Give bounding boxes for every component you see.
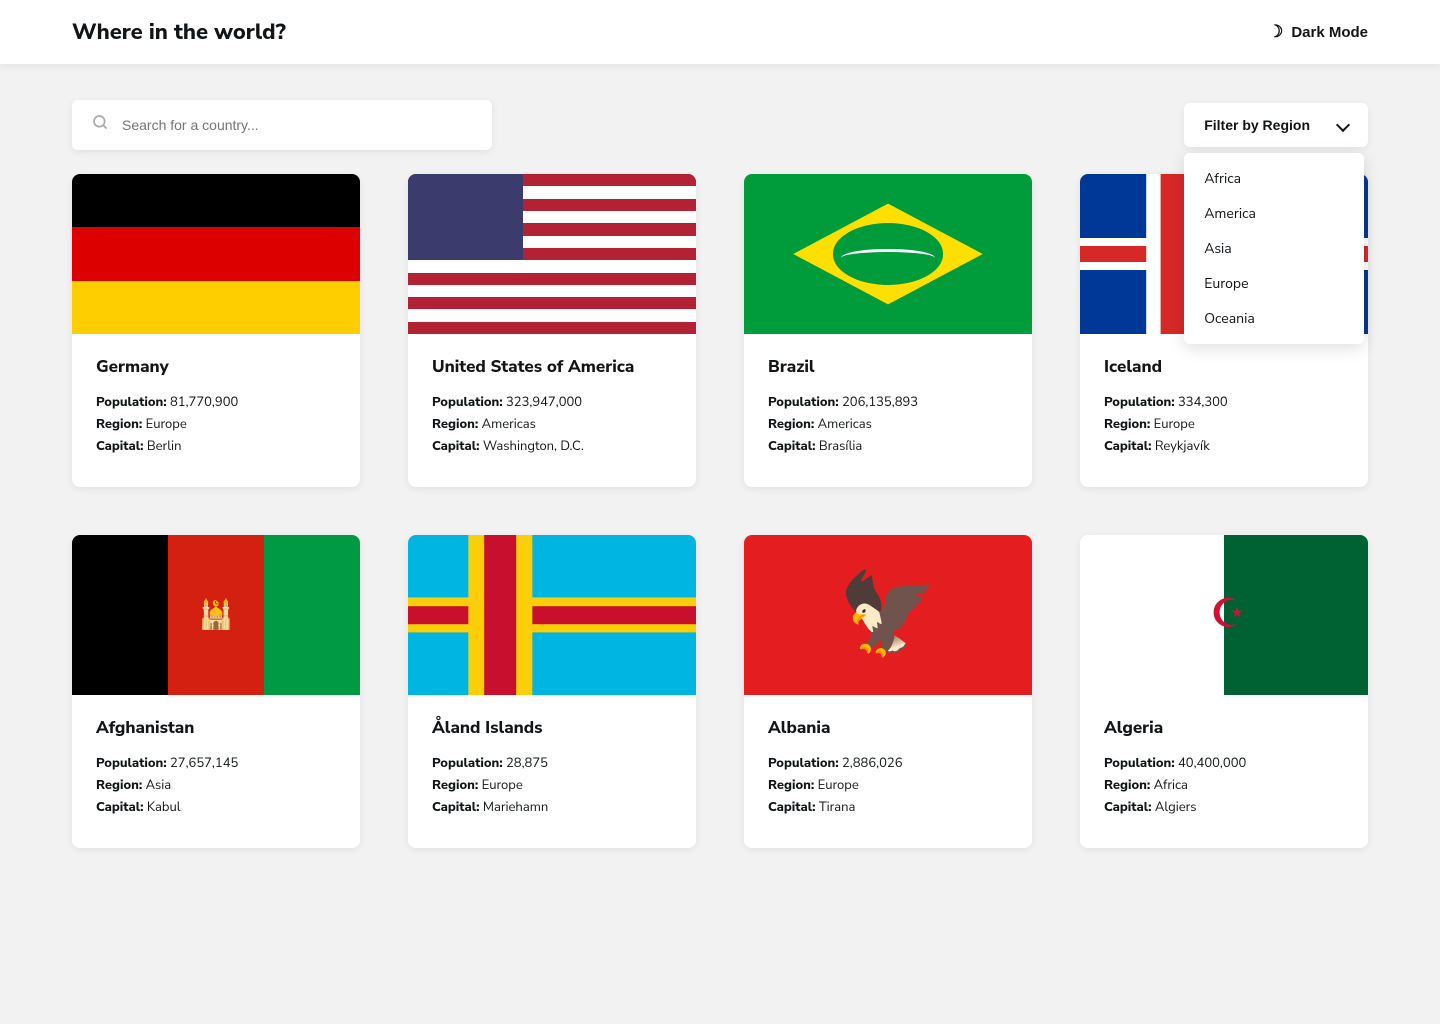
country-capital: Capital: Reykjavík bbox=[1104, 437, 1344, 455]
country-region: Region: Europe bbox=[96, 415, 336, 433]
country-region: Region: Asia bbox=[96, 776, 336, 794]
card-info: Iceland Population: 334,300 Region: Euro… bbox=[1080, 334, 1368, 487]
country-region: Region: Americas bbox=[768, 415, 1008, 433]
country-flag: ☪ bbox=[1080, 535, 1368, 695]
card-info: Germany Population: 81,770,900 Region: E… bbox=[72, 334, 360, 487]
card-info: Algeria Population: 40,400,000 Region: A… bbox=[1080, 695, 1368, 848]
country-name: United States of America bbox=[432, 356, 672, 379]
dropdown-item-africa[interactable]: Africa bbox=[1184, 161, 1364, 196]
country-population: Population: 334,300 bbox=[1104, 393, 1344, 411]
country-region: Region: Americas bbox=[432, 415, 672, 433]
country-population: Population: 40,400,000 bbox=[1104, 754, 1344, 772]
search-icon bbox=[92, 114, 108, 136]
region-dropdown: Africa America Asia Europe Oceania bbox=[1184, 153, 1364, 344]
country-capital: Capital: Washington, D.C. bbox=[432, 437, 672, 455]
filter-label: Filter by Region bbox=[1204, 117, 1310, 133]
country-population: Population: 323,947,000 bbox=[432, 393, 672, 411]
country-flag bbox=[408, 174, 696, 334]
country-population: Population: 27,657,145 bbox=[96, 754, 336, 772]
country-card[interactable]: United States of America Population: 323… bbox=[408, 174, 696, 487]
country-card[interactable]: 🦅 Albania Population: 2,886,026 Region: … bbox=[744, 535, 1032, 848]
filter-wrapper: Filter by Region Africa America Asia Eur… bbox=[1184, 103, 1368, 147]
country-name: Germany bbox=[96, 356, 336, 379]
dropdown-item-oceania[interactable]: Oceania bbox=[1184, 301, 1364, 336]
chevron-down-icon bbox=[1336, 118, 1350, 132]
country-card[interactable]: 🕌 Afghanistan Population: 27,657,145 Reg… bbox=[72, 535, 360, 848]
search-box bbox=[72, 100, 492, 150]
search-input[interactable] bbox=[122, 117, 472, 133]
country-flag: 🕌 bbox=[72, 535, 360, 695]
country-capital: Capital: Berlin bbox=[96, 437, 336, 455]
card-info: Åland Islands Population: 28,875 Region:… bbox=[408, 695, 696, 848]
country-population: Population: 2,886,026 bbox=[768, 754, 1008, 772]
app-header: Where in the world? ☽ Dark Mode bbox=[0, 0, 1440, 64]
country-flag bbox=[72, 174, 360, 334]
country-name: Iceland bbox=[1104, 356, 1344, 379]
dropdown-item-asia[interactable]: Asia bbox=[1184, 231, 1364, 266]
card-info: Brazil Population: 206,135,893 Region: A… bbox=[744, 334, 1032, 487]
country-name: Algeria bbox=[1104, 717, 1344, 740]
country-population: Population: 28,875 bbox=[432, 754, 672, 772]
country-capital: Capital: Brasília bbox=[768, 437, 1008, 455]
dark-mode-label: Dark Mode bbox=[1291, 24, 1368, 41]
country-flag bbox=[744, 174, 1032, 334]
country-card[interactable]: Germany Population: 81,770,900 Region: E… bbox=[72, 174, 360, 487]
country-capital: Capital: Mariehamn bbox=[432, 798, 672, 816]
country-population: Population: 206,135,893 bbox=[768, 393, 1008, 411]
card-info: Afghanistan Population: 27,657,145 Regio… bbox=[72, 695, 360, 848]
country-capital: Capital: Algiers bbox=[1104, 798, 1344, 816]
app-title: Where in the world? bbox=[72, 17, 286, 47]
country-name: Afghanistan bbox=[96, 717, 336, 740]
controls-bar: Filter by Region Africa America Asia Eur… bbox=[0, 64, 1440, 174]
dropdown-item-america[interactable]: America bbox=[1184, 196, 1364, 231]
country-card[interactable]: Brazil Population: 206,135,893 Region: A… bbox=[744, 174, 1032, 487]
dark-mode-button[interactable]: ☽ Dark Mode bbox=[1268, 22, 1368, 42]
country-region: Region: Africa bbox=[1104, 776, 1344, 794]
moon-icon: ☽ bbox=[1268, 22, 1283, 42]
country-name: Albania bbox=[768, 717, 1008, 740]
dropdown-item-europe[interactable]: Europe bbox=[1184, 266, 1364, 301]
country-name: Brazil bbox=[768, 356, 1008, 379]
country-name: Åland Islands bbox=[432, 717, 672, 740]
cards-row-2: 🕌 Afghanistan Population: 27,657,145 Reg… bbox=[0, 535, 1440, 896]
country-flag bbox=[408, 535, 696, 695]
country-region: Region: Europe bbox=[1104, 415, 1344, 433]
country-region: Region: Europe bbox=[768, 776, 1008, 794]
country-flag: 🦅 bbox=[744, 535, 1032, 695]
country-capital: Capital: Tirana bbox=[768, 798, 1008, 816]
country-population: Population: 81,770,900 bbox=[96, 393, 336, 411]
filter-by-region-button[interactable]: Filter by Region bbox=[1184, 103, 1368, 147]
country-card[interactable]: ☪ Algeria Population: 40,400,000 Region:… bbox=[1080, 535, 1368, 848]
card-info: United States of America Population: 323… bbox=[408, 334, 696, 487]
card-info: Albania Population: 2,886,026 Region: Eu… bbox=[744, 695, 1032, 848]
country-capital: Capital: Kabul bbox=[96, 798, 336, 816]
country-card[interactable]: Åland Islands Population: 28,875 Region:… bbox=[408, 535, 696, 848]
country-region: Region: Europe bbox=[432, 776, 672, 794]
